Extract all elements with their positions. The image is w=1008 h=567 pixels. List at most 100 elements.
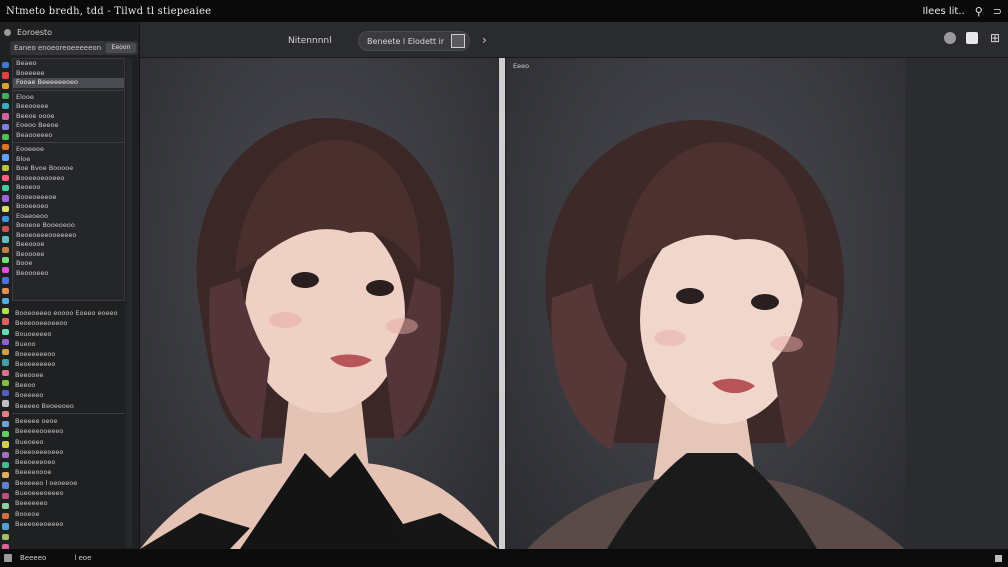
- list-item[interactable]: Bueoo: [12, 339, 125, 349]
- dropdown-item[interactable]: Beoeoo: [13, 183, 124, 193]
- color-swatch[interactable]: [2, 133, 9, 140]
- color-swatch[interactable]: [2, 441, 9, 448]
- color-swatch[interactable]: [2, 185, 9, 192]
- color-swatch[interactable]: [2, 318, 9, 325]
- checkbox-icon[interactable]: [451, 34, 465, 48]
- color-swatch[interactable]: [2, 246, 9, 253]
- color-swatch[interactable]: [2, 72, 9, 79]
- list-item[interactable]: Bueoeeo: [12, 437, 125, 447]
- list-item[interactable]: Beeeeoooe: [12, 467, 125, 477]
- dropdown-item[interactable]: Booeoeeeoe: [13, 193, 124, 203]
- dropdown-item[interactable]: Beoooeeo: [13, 269, 124, 279]
- color-swatch[interactable]: [2, 277, 9, 284]
- color-swatch[interactable]: [2, 92, 9, 99]
- dropdown-item[interactable]: Booe: [13, 259, 124, 269]
- list-item[interactable]: Boeeeeo: [12, 390, 125, 400]
- dropdown-item[interactable]: Beaeo: [13, 59, 124, 69]
- dropdown-item[interactable]: Beoeoe Booeoeoo: [13, 221, 124, 231]
- dropdown-item[interactable]: Bloe: [13, 155, 124, 165]
- list-item[interactable]: Beoeooeeoeeoo: [12, 318, 125, 328]
- color-swatch[interactable]: [2, 154, 9, 161]
- dropdown-item[interactable]: Beeooeee: [13, 102, 124, 112]
- gear-icon[interactable]: [4, 29, 11, 36]
- list-item[interactable]: Bouoeeeeo: [12, 329, 125, 339]
- color-swatch[interactable]: [2, 472, 9, 479]
- list-item[interactable]: Boeeeeeeoo: [12, 349, 125, 359]
- list-item[interactable]: Booeoeeeo eoooo Eoeeo eoeeo: [12, 308, 125, 318]
- color-swatch[interactable]: [2, 195, 9, 202]
- color-swatch[interactable]: [2, 236, 9, 243]
- color-swatch[interactable]: [2, 82, 9, 89]
- list-item[interactable]: Beeeeo Beoeeoeo: [12, 401, 125, 411]
- list-item[interactable]: Beeeee oeoe: [12, 416, 125, 426]
- color-swatch[interactable]: [2, 267, 9, 274]
- view-selector[interactable]: Beneete l Elodett ir: [358, 31, 470, 51]
- dropdown-item[interactable]: Booeeoeooeeo: [13, 174, 124, 184]
- color-swatch[interactable]: [2, 164, 9, 171]
- list-item[interactable]: Beeoeeeoeo: [12, 457, 125, 467]
- list-item[interactable]: Beoeeeo l oeoeeoe: [12, 478, 125, 488]
- color-swatch[interactable]: [2, 174, 9, 181]
- left-panel-scrollbar[interactable]: [126, 58, 132, 548]
- color-swatch[interactable]: [2, 400, 9, 407]
- dropdown-item[interactable]: Beaooeeeo: [13, 131, 124, 141]
- dropdown-item[interactable]: Booeeoeo: [13, 202, 124, 212]
- settings-icon[interactable]: [944, 32, 956, 44]
- color-swatch[interactable]: [2, 113, 9, 120]
- list-item[interactable]: Bueoeeeoeeeo: [12, 488, 125, 498]
- color-swatch[interactable]: [2, 349, 9, 356]
- color-swatch[interactable]: [2, 338, 9, 345]
- right-image-pane[interactable]: Eeeo: [507, 58, 905, 549]
- dropdown-item[interactable]: Beeoe oooe: [13, 112, 124, 122]
- color-swatch[interactable]: [2, 62, 9, 69]
- grid-icon[interactable]: ⊞: [988, 31, 1002, 45]
- color-swatch[interactable]: [2, 103, 9, 110]
- list-item[interactable]: Beeoo: [12, 380, 125, 390]
- color-swatch[interactable]: [2, 123, 9, 130]
- color-swatch[interactable]: [2, 533, 9, 540]
- color-swatch[interactable]: [2, 379, 9, 386]
- color-swatch[interactable]: [2, 492, 9, 499]
- color-swatch[interactable]: [2, 359, 9, 366]
- dropdown-item[interactable]: Boeeeee: [13, 69, 124, 79]
- list-item[interactable]: Beeeoeeoeeeo: [12, 519, 125, 529]
- list-item[interactable]: Beeeeeooeeeo: [12, 426, 125, 436]
- dropdown-item[interactable]: Boe Bvoe Booooe: [13, 164, 124, 174]
- color-swatch[interactable]: [2, 369, 9, 376]
- color-swatch[interactable]: [2, 328, 9, 335]
- search-button[interactable]: Eeoon: [106, 43, 136, 53]
- color-swatch[interactable]: [2, 215, 9, 222]
- list-item[interactable]: Beeooee: [12, 370, 125, 380]
- dropdown-item[interactable]: Beoooee: [13, 250, 124, 260]
- color-swatch[interactable]: [2, 461, 9, 468]
- color-swatch[interactable]: [2, 523, 9, 530]
- square-icon[interactable]: [966, 32, 978, 44]
- dropdown-item[interactable]: Beeoooe: [13, 240, 124, 250]
- color-swatch[interactable]: [2, 451, 9, 458]
- chevron-right-icon[interactable]: ›: [482, 33, 487, 47]
- search-input[interactable]: Eaneo enoeoreoeeeeeon Eeoon: [10, 41, 138, 55]
- color-swatch[interactable]: [2, 144, 9, 151]
- color-swatch[interactable]: [2, 502, 9, 509]
- exit-icon[interactable]: ⊃: [993, 5, 1002, 18]
- color-swatch[interactable]: [2, 256, 9, 263]
- color-swatch[interactable]: [2, 482, 9, 489]
- list-item[interactable]: Beeeeeeo: [12, 498, 125, 508]
- color-swatch[interactable]: [2, 431, 9, 438]
- dropdown-item[interactable]: Eoaeoeoo: [13, 212, 124, 222]
- color-swatch[interactable]: [2, 226, 9, 233]
- color-swatch[interactable]: [2, 205, 9, 212]
- split-divider-handle[interactable]: [499, 58, 505, 549]
- left-image-pane[interactable]: [140, 58, 498, 549]
- list-item[interactable]: Beoeeeeeeo: [12, 359, 125, 369]
- color-swatch[interactable]: [2, 287, 9, 294]
- color-swatch[interactable]: [2, 390, 9, 397]
- list-item[interactable]: Booeoe: [12, 509, 125, 519]
- color-swatch[interactable]: [2, 410, 9, 417]
- dropdown-item[interactable]: Eooeeoe: [13, 145, 124, 155]
- dropdown-item[interactable]: Elooe: [13, 93, 124, 103]
- dropdown-item[interactable]: Beoeoeeeooeeeeo: [13, 231, 124, 241]
- dropdown-item[interactable]: Eoeoo Beeoe: [13, 121, 124, 131]
- dropdown-item[interactable]: Fooae Beeeeeeoeo: [13, 78, 124, 88]
- list-item[interactable]: Boeeoeeeoeeo: [12, 447, 125, 457]
